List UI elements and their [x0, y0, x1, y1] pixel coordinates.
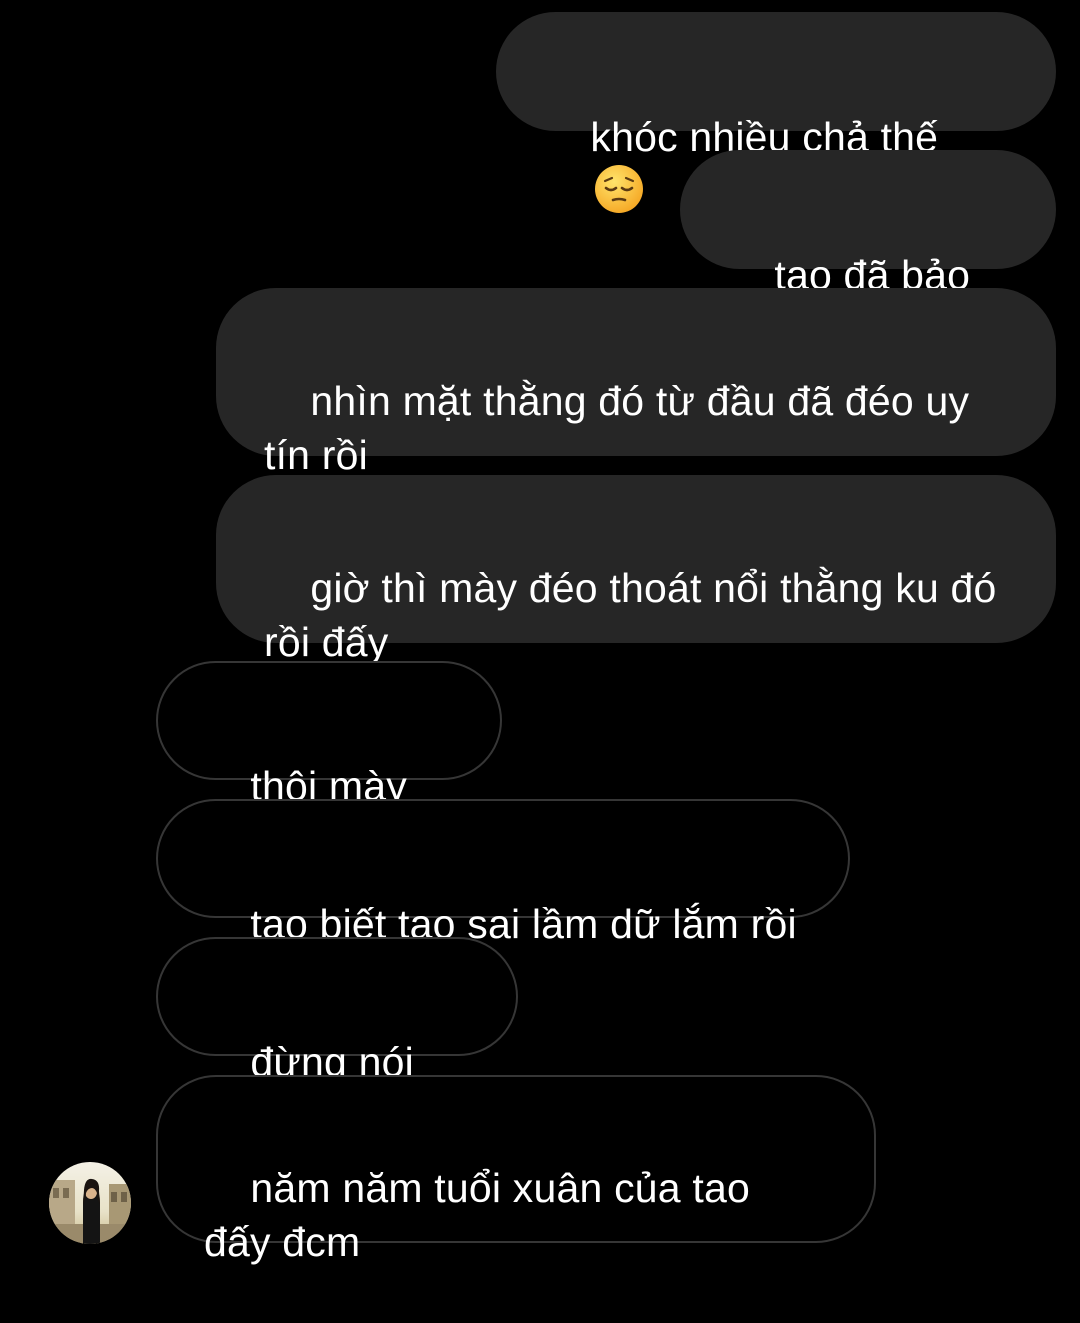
message-text: giờ thì mày đéo thoát nổi thằng ku đó rồ… — [264, 565, 1009, 665]
incoming-message[interactable]: thôi mày — [156, 661, 502, 862]
outgoing-message[interactable]: tao đã bảo rồi — [680, 150, 1056, 352]
incoming-message[interactable]: năm năm tuổi xuân của tao đấy đcm — [156, 1075, 876, 1265]
outgoing-message[interactable]: giờ thì mày đéo thoát nổi thằng ku đó rồ… — [216, 475, 1056, 719]
message-text: năm năm tuổi xuân của tao đấy đcm — [204, 1165, 762, 1265]
pensive-face-icon — [595, 165, 644, 213]
message-thread: khóc nhiều chả thế tao đã bảo rồi nhìn m… — [0, 0, 1080, 1265]
outgoing-message[interactable]: khóc nhiều chả thế — [496, 12, 1056, 213]
outgoing-message[interactable]: nhìn mặt thằng đó từ đầu đã đéo uy tín r… — [216, 288, 1056, 478]
avatar-photo — [49, 1162, 131, 1244]
contact-avatar[interactable] — [49, 1162, 131, 1244]
incoming-message[interactable]: đừng nói nữa — [156, 937, 518, 1139]
incoming-message[interactable]: tao biết tao sai lầm dữ lắm rồi — [156, 799, 850, 947]
message-text: nhìn mặt thằng đó từ đầu đã đéo uy tín r… — [264, 378, 981, 478]
